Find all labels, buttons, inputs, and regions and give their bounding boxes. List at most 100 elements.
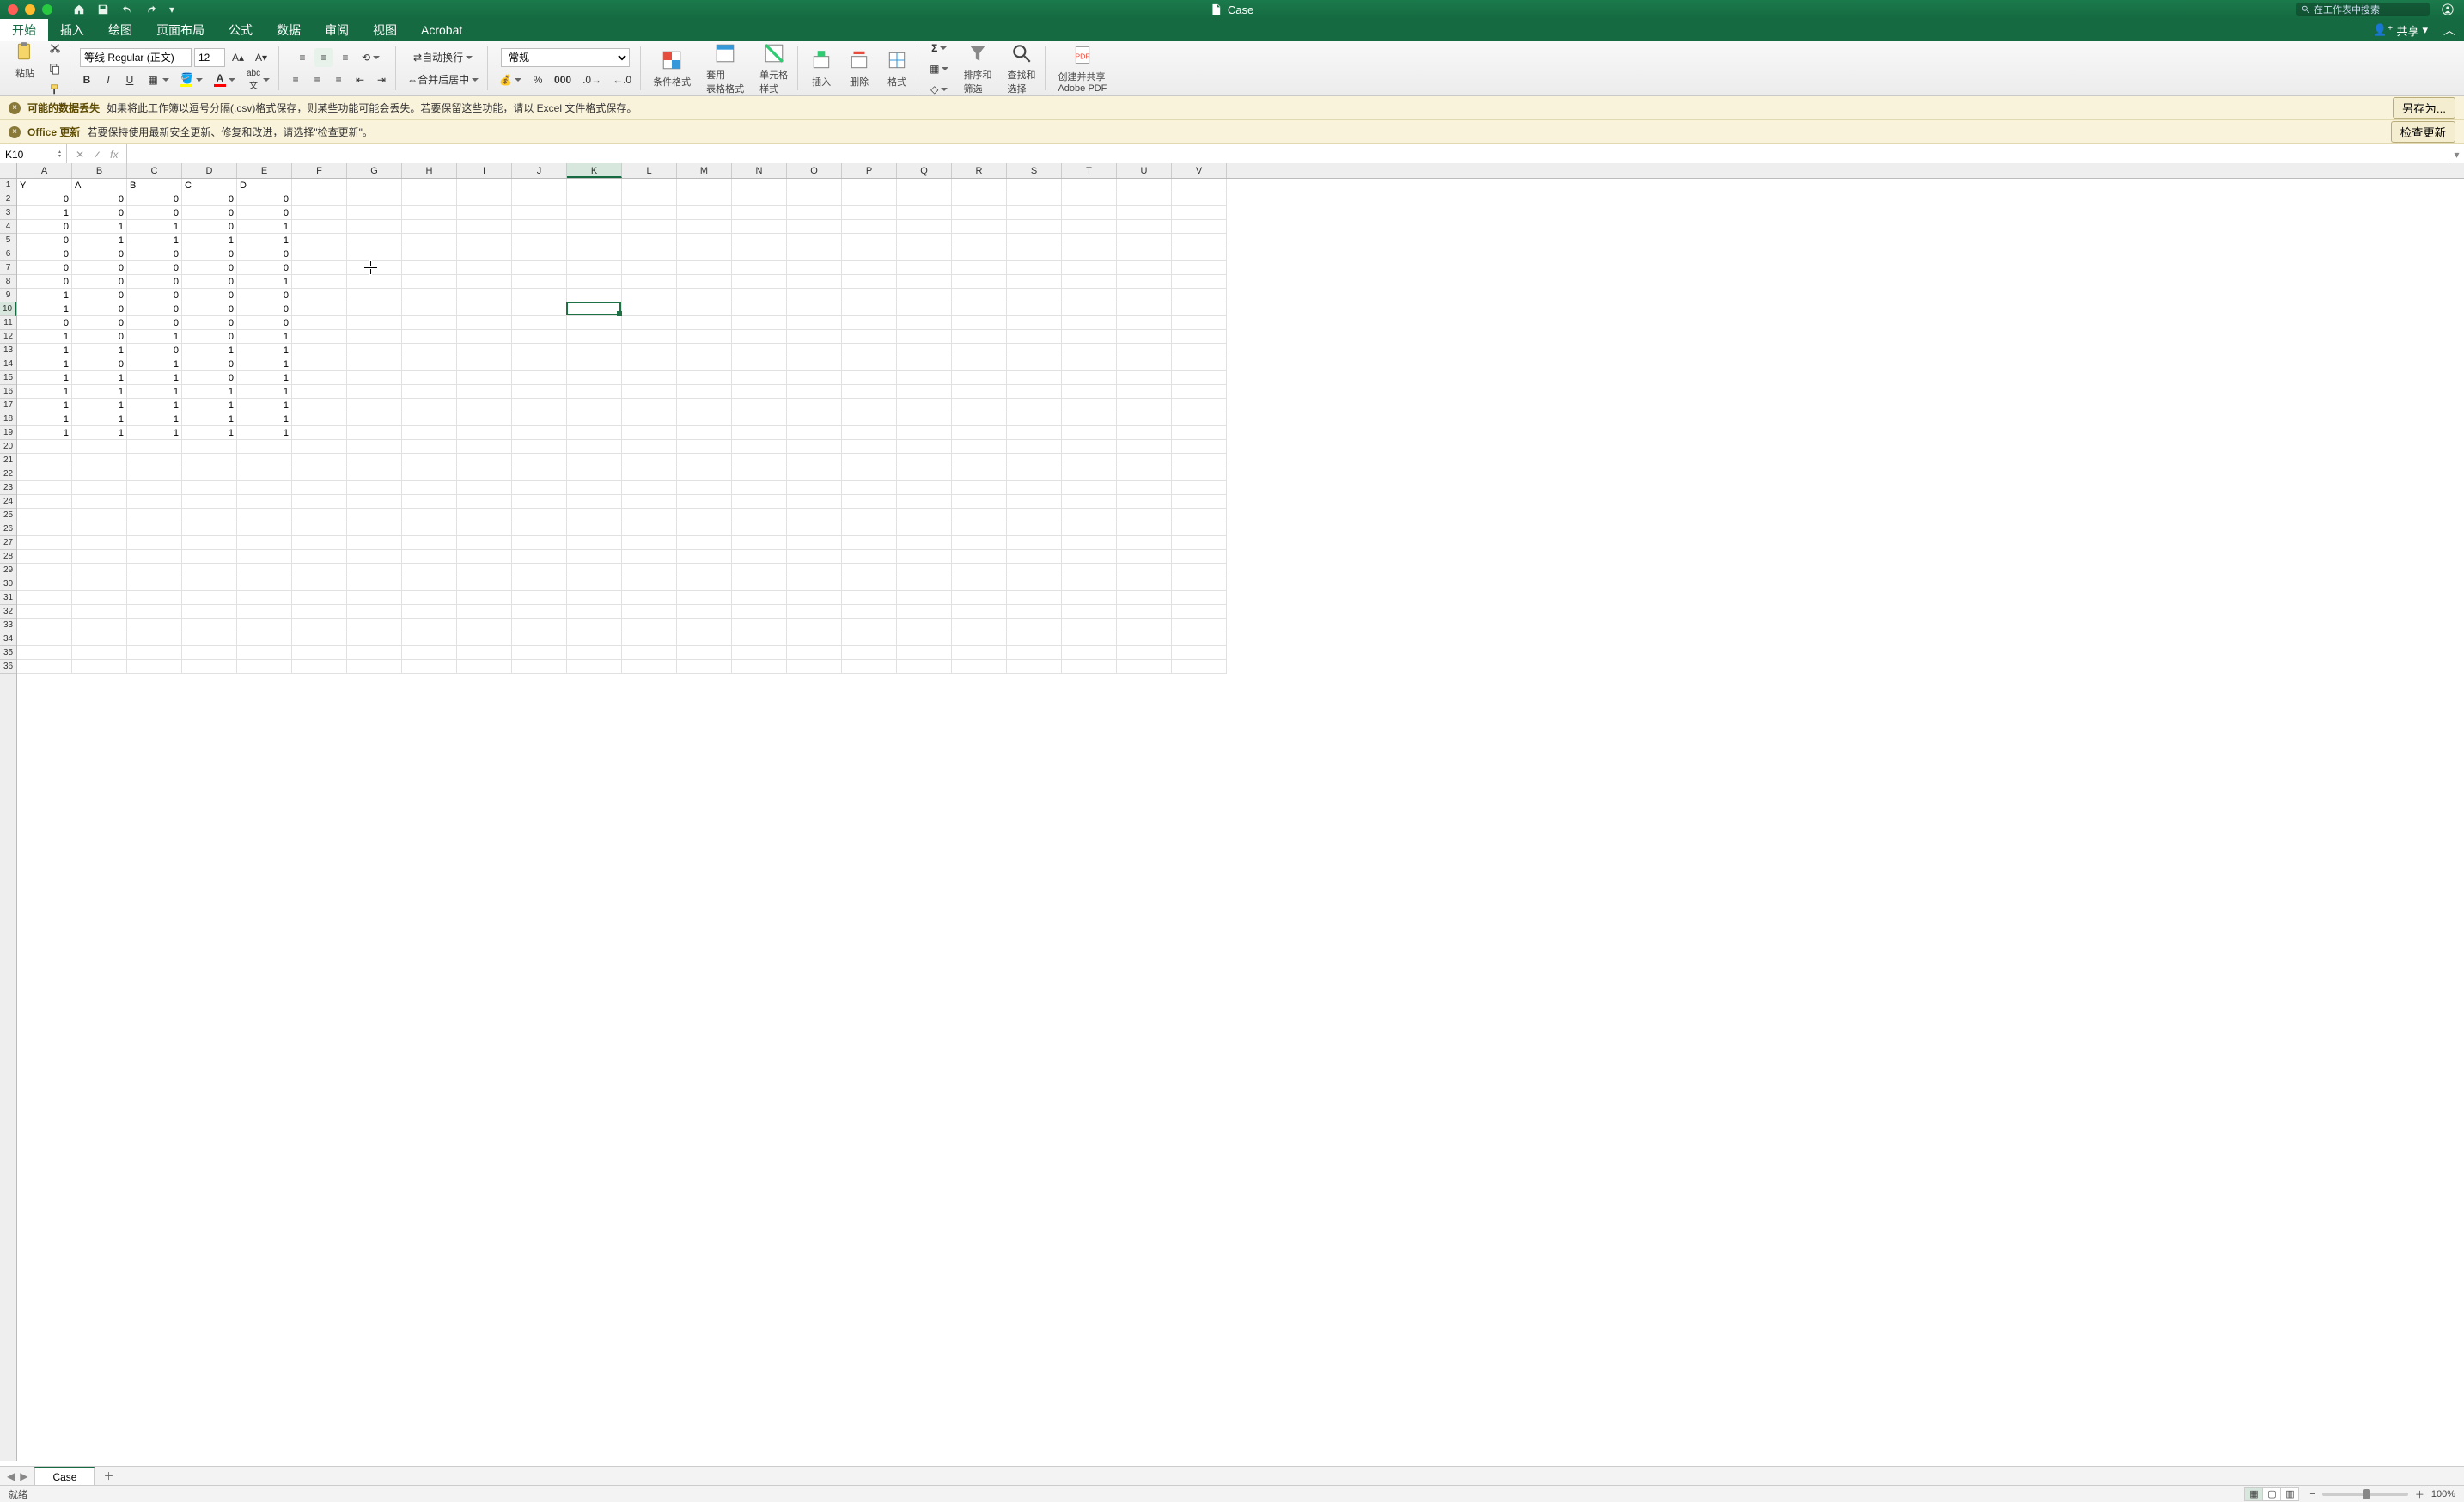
row-header[interactable]: 26 bbox=[0, 522, 16, 536]
number-format-select[interactable]: 常规 bbox=[501, 48, 630, 67]
formula-input[interactable] bbox=[127, 144, 2449, 164]
merge-center-button[interactable]: ⇔ 合并后居中 bbox=[403, 70, 483, 89]
column-header[interactable]: C bbox=[127, 163, 182, 178]
row-header[interactable]: 9 bbox=[0, 289, 16, 302]
autosum-button[interactable]: Σ bbox=[925, 39, 953, 58]
spreadsheet-grid[interactable]: ABCDEFGHIJKLMNOPQRSTUV 12345678910111213… bbox=[0, 163, 2464, 1461]
insert-cells-button[interactable]: 插入 bbox=[805, 47, 838, 90]
row-header[interactable]: 5 bbox=[0, 234, 16, 247]
cell[interactable]: B bbox=[127, 179, 182, 192]
column-header[interactable]: L bbox=[622, 163, 677, 178]
cell[interactable]: 1 bbox=[17, 426, 72, 440]
page-layout-view-button[interactable]: ▢ bbox=[2262, 1487, 2281, 1501]
cell[interactable]: 1 bbox=[17, 330, 72, 344]
row-header[interactable]: 10 bbox=[0, 302, 16, 316]
cell[interactable]: 1 bbox=[182, 234, 237, 247]
accept-formula-icon[interactable]: ✓ bbox=[93, 149, 101, 161]
cell[interactable]: 1 bbox=[127, 399, 182, 412]
cell[interactable]: 1 bbox=[72, 371, 127, 385]
italic-button[interactable]: I bbox=[99, 70, 118, 89]
close-warning-button[interactable]: × bbox=[9, 102, 21, 114]
cell[interactable]: 1 bbox=[17, 302, 72, 316]
cell[interactable]: 1 bbox=[17, 344, 72, 357]
cell[interactable]: 0 bbox=[237, 192, 292, 206]
cell[interactable]: Y bbox=[17, 179, 72, 192]
name-box[interactable]: K10 ▴▾ bbox=[0, 144, 67, 164]
column-header[interactable]: J bbox=[512, 163, 567, 178]
cell[interactable]: 1 bbox=[237, 344, 292, 357]
cell[interactable]: 1 bbox=[72, 344, 127, 357]
border-button[interactable]: ▦ bbox=[142, 70, 174, 89]
cell[interactable]: 0 bbox=[237, 302, 292, 316]
tab-draw[interactable]: 绘图 bbox=[96, 19, 144, 41]
cell[interactable]: 0 bbox=[127, 206, 182, 220]
cell[interactable]: 1 bbox=[17, 371, 72, 385]
column-header[interactable]: E bbox=[237, 163, 292, 178]
row-header[interactable]: 16 bbox=[0, 385, 16, 399]
cell[interactable]: 0 bbox=[72, 247, 127, 261]
cell[interactable]: 0 bbox=[182, 330, 237, 344]
cell[interactable]: 1 bbox=[17, 412, 72, 426]
cell[interactable]: 1 bbox=[237, 426, 292, 440]
sheet-tab[interactable]: Case bbox=[34, 1467, 95, 1485]
align-right-button[interactable]: ≡ bbox=[329, 70, 348, 89]
cell[interactable]: 0 bbox=[237, 316, 292, 330]
cell[interactable]: 0 bbox=[127, 275, 182, 289]
cell[interactable]: 0 bbox=[72, 206, 127, 220]
cell[interactable]: 0 bbox=[182, 289, 237, 302]
row-header[interactable]: 17 bbox=[0, 399, 16, 412]
search-input[interactable]: 在工作表中搜索 bbox=[2296, 3, 2430, 16]
cell[interactable]: 1 bbox=[72, 385, 127, 399]
normal-view-button[interactable]: ▦ bbox=[2244, 1487, 2263, 1501]
cell[interactable]: 1 bbox=[182, 399, 237, 412]
cell[interactable]: 1 bbox=[237, 220, 292, 234]
cell[interactable]: 1 bbox=[72, 412, 127, 426]
cell[interactable]: A bbox=[72, 179, 127, 192]
cell[interactable]: 0 bbox=[17, 234, 72, 247]
cell[interactable]: 0 bbox=[17, 275, 72, 289]
row-header[interactable]: 27 bbox=[0, 536, 16, 550]
increase-indent-button[interactable]: ⇥ bbox=[372, 70, 391, 89]
column-header[interactable]: M bbox=[677, 163, 732, 178]
column-header[interactable]: I bbox=[457, 163, 512, 178]
cell[interactable]: 0 bbox=[182, 371, 237, 385]
column-header[interactable]: B bbox=[72, 163, 127, 178]
cell[interactable]: 0 bbox=[72, 261, 127, 275]
zoom-level[interactable]: 100% bbox=[2431, 1489, 2455, 1499]
cell[interactable]: 0 bbox=[127, 344, 182, 357]
page-break-view-button[interactable]: ▥ bbox=[2280, 1487, 2299, 1501]
row-header[interactable]: 25 bbox=[0, 509, 16, 522]
tab-acrobat[interactable]: Acrobat bbox=[409, 19, 474, 41]
cell[interactable]: 0 bbox=[17, 316, 72, 330]
next-sheet-button[interactable]: ▶ bbox=[20, 1470, 27, 1482]
cell[interactable]: 0 bbox=[182, 261, 237, 275]
align-bottom-button[interactable]: ≡ bbox=[336, 48, 355, 67]
column-header[interactable]: R bbox=[952, 163, 1007, 178]
cell[interactable]: 1 bbox=[72, 220, 127, 234]
cell[interactable]: 0 bbox=[237, 289, 292, 302]
cell[interactable]: 0 bbox=[237, 261, 292, 275]
wrap-text-button[interactable]: ⇄ 自动换行 bbox=[409, 48, 477, 67]
cell[interactable]: D bbox=[237, 179, 292, 192]
clear-button[interactable]: ◇ bbox=[925, 80, 953, 99]
cell[interactable]: 1 bbox=[127, 385, 182, 399]
adobe-pdf-button[interactable]: PDF创建并共享 Adobe PDF bbox=[1052, 42, 1112, 95]
format-table-button[interactable]: 套用 表格格式 bbox=[701, 40, 749, 97]
cell[interactable]: 0 bbox=[72, 275, 127, 289]
fill-button[interactable]: ▦ bbox=[925, 59, 953, 78]
cell[interactable]: 0 bbox=[127, 316, 182, 330]
fill-color-button[interactable]: 🪣 bbox=[176, 70, 207, 89]
row-header[interactable]: 6 bbox=[0, 247, 16, 261]
cell[interactable]: 1 bbox=[182, 385, 237, 399]
expand-formula-bar-button[interactable]: ▾ bbox=[2449, 144, 2464, 164]
cell[interactable]: 1 bbox=[237, 275, 292, 289]
row-header[interactable]: 14 bbox=[0, 357, 16, 371]
row-header[interactable]: 15 bbox=[0, 371, 16, 385]
home-icon[interactable] bbox=[73, 3, 85, 15]
save-icon[interactable] bbox=[97, 3, 109, 15]
column-header[interactable]: K bbox=[567, 163, 622, 178]
row-header[interactable]: 33 bbox=[0, 619, 16, 632]
cell[interactable]: 0 bbox=[182, 247, 237, 261]
increase-decimal-button[interactable]: .0→ bbox=[578, 70, 606, 89]
collapse-ribbon-button[interactable]: ︿ bbox=[2435, 19, 2464, 41]
